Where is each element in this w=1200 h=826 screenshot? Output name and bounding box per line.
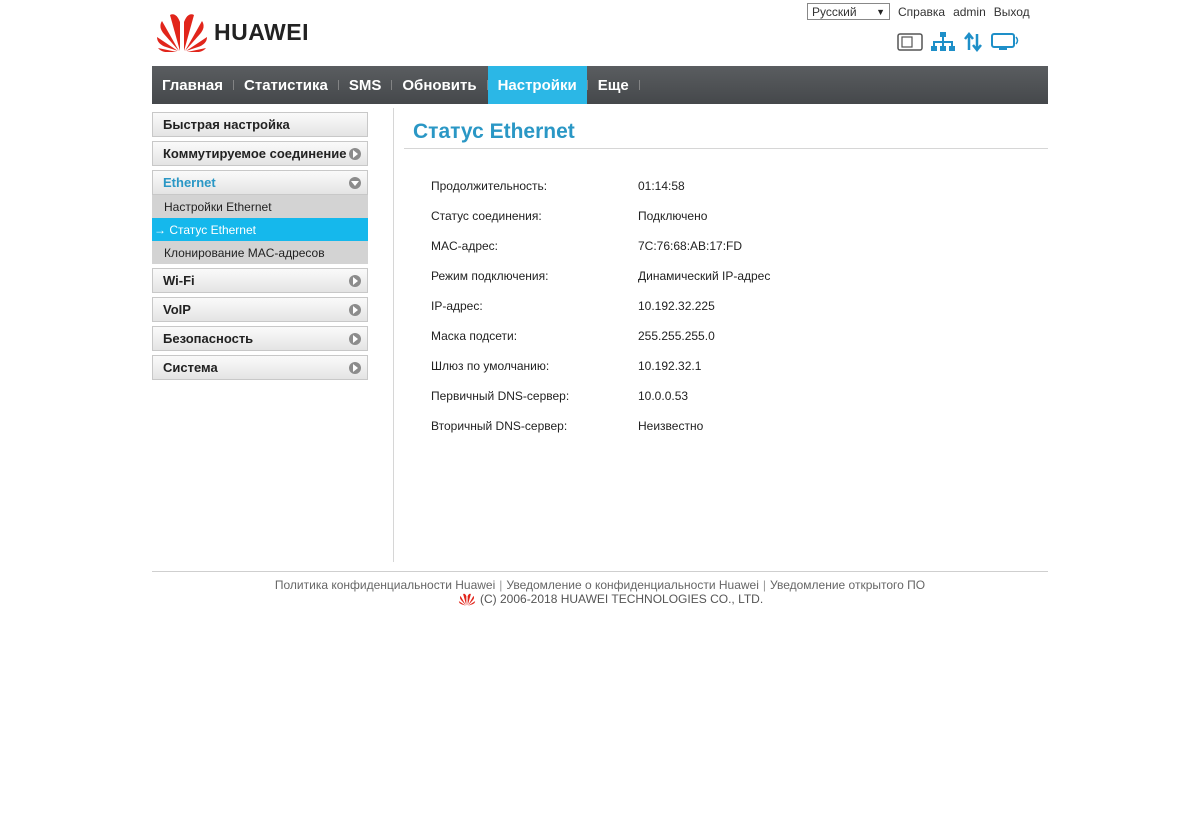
sidebar-item-system[interactable]: Система xyxy=(152,355,368,380)
info-label: Первичный DNS-сервер: xyxy=(431,389,570,403)
sidebar-item-label: Ethernet xyxy=(163,175,216,190)
huawei-flower-icon xyxy=(157,14,207,52)
sidebar-item-label: Безопасность xyxy=(163,331,254,346)
info-value: 01:14:58 xyxy=(638,179,685,193)
status-icons xyxy=(897,32,1021,52)
nav-sms[interactable]: SMS xyxy=(339,66,392,104)
footer-links: Политика конфиденциальности Huawei | Уведо… xyxy=(0,578,1200,592)
language-value: Русский xyxy=(812,4,857,19)
title-divider xyxy=(404,148,1048,149)
info-row-connection-mode: Режим подключения: Динамический IP-адрес xyxy=(431,261,770,291)
info-row-connection-status: Статус соединения: Подключено xyxy=(431,201,770,231)
open-source-link[interactable]: Уведомление открытого ПО xyxy=(770,578,925,592)
vertical-divider xyxy=(393,108,394,562)
chevron-right-icon xyxy=(349,361,361,374)
logout-link[interactable]: Выход xyxy=(994,5,1030,19)
info-value: 10.192.32.225 xyxy=(638,299,715,313)
privacy-policy-link[interactable]: Политика конфиденциальности Huawei xyxy=(275,578,495,592)
info-row-mac-address: MAC-адрес: 7C:76:68:AB:17:FD xyxy=(431,231,770,261)
chevron-right-icon xyxy=(349,147,361,160)
page-title: Статус Ethernet xyxy=(413,120,575,143)
info-value: 7C:76:68:AB:17:FD xyxy=(638,239,743,253)
nav-more[interactable]: Еще xyxy=(588,66,639,104)
top-links: Русский ▼ Справка admin Выход xyxy=(807,3,1030,20)
footer-separator: | xyxy=(762,578,766,592)
info-row-duration: Продолжительность: 01:14:58 xyxy=(431,171,770,201)
info-label: Маска подсети: xyxy=(431,329,518,343)
sim-card-icon[interactable] xyxy=(897,33,923,51)
privacy-notice-link[interactable]: Уведомление о конфиденциальности Huawei xyxy=(506,578,758,592)
ethernet-status-table: Продолжительность: 01:14:58 Статус соеди… xyxy=(431,171,770,441)
info-value: Подключено xyxy=(638,209,708,223)
chevron-right-icon xyxy=(349,274,361,287)
help-link[interactable]: Справка xyxy=(898,5,945,19)
info-label: Продолжительность: xyxy=(431,179,548,193)
nav-statistics[interactable]: Статистика xyxy=(234,66,338,104)
info-label: Вторичный DNS-сервер: xyxy=(431,419,568,433)
info-row-subnet-mask: Маска подсети: 255.255.255.0 xyxy=(431,321,770,351)
info-label: Статус соединения: xyxy=(431,209,542,223)
nav-update[interactable]: Обновить xyxy=(392,66,486,104)
info-value: 255.255.255.0 xyxy=(638,329,715,343)
sidebar-item-dialup[interactable]: Коммутируемое соединение xyxy=(152,141,368,166)
sidebar-item-quick-setup[interactable]: Быстрая настройка xyxy=(152,112,368,137)
sidebar-item-voip[interactable]: VoIP xyxy=(152,297,368,322)
user-link[interactable]: admin xyxy=(953,5,986,19)
sidebar-subitem-ethernet-status[interactable]: → Статус Ethernet xyxy=(152,218,368,241)
copyright: (C) 2006-2018 HUAWEI TECHNOLOGIES CO., L… xyxy=(458,592,763,606)
chevron-right-icon xyxy=(349,332,361,345)
data-transfer-icon[interactable] xyxy=(963,32,983,52)
nav-home[interactable]: Главная xyxy=(152,66,233,104)
ethernet-submenu: Настройки Ethernet → Статус Ethernet Кло… xyxy=(152,195,368,264)
info-row-default-gateway: Шлюз по умолчанию: 10.192.32.1 xyxy=(431,351,770,381)
info-label: Режим подключения: xyxy=(431,269,549,283)
sidebar-item-security[interactable]: Безопасность xyxy=(152,326,368,351)
sidebar-menu: Быстрая настройка Коммутируемое соединен… xyxy=(152,112,368,384)
info-row-ip-address: IP-адрес: 10.192.32.225 xyxy=(431,291,770,321)
sidebar-item-label: VoIP xyxy=(163,302,191,317)
info-label: MAC-адрес: xyxy=(431,239,499,253)
huawei-small-logo-icon xyxy=(458,593,476,606)
info-value: Неизвестно xyxy=(638,419,704,433)
footer-separator: | xyxy=(499,578,503,592)
brand-name: HUAWEI xyxy=(214,18,309,45)
copyright-text: (C) 2006-2018 HUAWEI TECHNOLOGIES CO., L… xyxy=(480,592,764,606)
main-nav: Главная Статистика SMS Обновить Настройк… xyxy=(152,66,1048,104)
sidebar-item-label: Wi-Fi xyxy=(163,273,195,288)
sidebar-item-wifi[interactable]: Wi-Fi xyxy=(152,268,368,293)
nav-separator xyxy=(638,80,640,90)
sidebar-subitem-ethernet-settings[interactable]: Настройки Ethernet xyxy=(152,195,368,218)
info-value: Динамический IP-адрес xyxy=(638,269,771,283)
sidebar-item-label: Коммутируемое соединение xyxy=(163,146,347,161)
info-value: 10.0.0.53 xyxy=(638,389,689,403)
sidebar-item-label: Система xyxy=(163,360,218,375)
info-row-secondary-dns: Вторичный DNS-сервер: Неизвестно xyxy=(431,411,770,441)
sidebar-subitem-mac-cloning[interactable]: Клонирование MAC-адресов xyxy=(152,241,368,264)
info-label: Шлюз по умолчанию: xyxy=(431,359,550,373)
huawei-logo: HUAWEI xyxy=(156,12,309,52)
dropdown-arrow-icon: ▼ xyxy=(876,6,885,17)
chevron-right-icon xyxy=(349,303,361,316)
wifi-device-icon[interactable] xyxy=(991,32,1021,52)
sidebar-item-ethernet[interactable]: Ethernet xyxy=(152,170,368,195)
footer-divider xyxy=(152,571,1048,572)
nav-settings[interactable]: Настройки xyxy=(487,66,587,104)
info-value: 10.192.32.1 xyxy=(638,359,702,373)
info-label: IP-адрес: xyxy=(431,299,483,313)
sidebar-item-label: Быстрая настройка xyxy=(163,117,290,132)
chevron-down-icon xyxy=(349,176,361,189)
language-select[interactable]: Русский ▼ xyxy=(807,3,890,20)
network-icon[interactable] xyxy=(931,32,955,52)
info-row-primary-dns: Первичный DNS-сервер: 10.0.0.53 xyxy=(431,381,770,411)
